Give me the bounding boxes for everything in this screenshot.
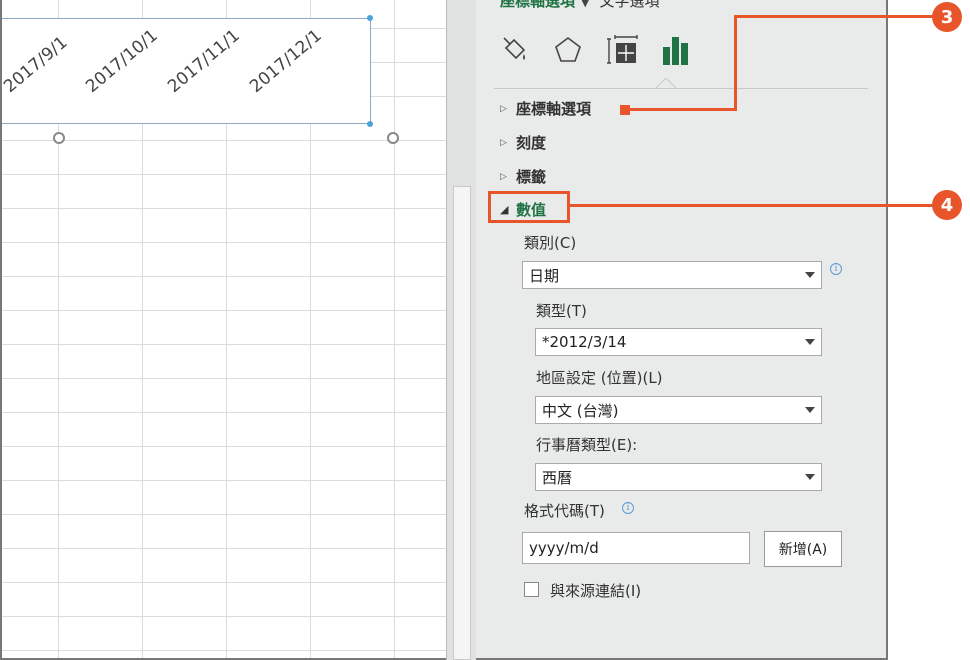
callout-line [626,108,736,111]
axis-tick-label: 2017/12/1 [246,25,326,97]
callout-line [734,15,737,111]
link-to-source-checkbox[interactable] [524,582,539,597]
type-value: *2012/3/14 [542,333,627,351]
chevron-down-icon [805,339,815,345]
divider [494,88,868,89]
fill-line-icon[interactable] [496,32,532,68]
format-code-label: 格式代碼(T) [524,502,605,520]
axis-tick-label: 2017/9/1 [0,32,72,97]
chart-resize-handle[interactable] [53,132,65,144]
pane-tabs: 座標軸選項 ▼ 文字選項 [500,0,660,11]
axis-tick-label: 2017/11/1 [164,25,244,97]
chevron-down-icon [805,407,815,413]
chart-resize-handle[interactable] [387,132,399,144]
chevron-down-icon [805,474,815,480]
calendar-type-value: 西曆 [542,468,573,487]
tab-text-options[interactable]: 文字選項 [599,0,659,10]
section-axis-options[interactable]: ▷ 座標軸選項 [500,98,591,119]
vertical-scrollbar[interactable] [446,0,476,660]
format-code-input[interactable]: yyyy/m/d [522,532,750,564]
expand-triangle-icon: ▷ [500,103,507,114]
calendar-type-label: 行事曆類型(E): [536,436,638,454]
effects-pentagon-icon[interactable] [550,32,586,68]
tab-axis-options[interactable]: 座標軸選項 [500,0,575,10]
callout-line [734,15,934,18]
section-label: 標籤 [516,168,547,186]
section-label: 座標軸選項 [516,100,592,118]
chevron-down-icon[interactable]: ▼ [581,0,589,9]
section-labels[interactable]: ▷ 標籤 [500,166,546,187]
spreadsheet-grid[interactable]: 2017/9/1 2017/10/1 2017/11/1 2017/12/1 [0,0,446,660]
link-to-source-label: 與來源連結(I) [550,582,642,600]
type-dropdown[interactable]: *2012/3/14 [535,328,822,356]
info-icon[interactable]: i [830,263,842,275]
locale-label: 地區設定 (位置)(L) [536,369,663,387]
info-icon[interactable]: i [622,502,634,514]
axis-options-bar-chart-icon[interactable] [658,32,694,68]
add-button[interactable]: 新增(A) [764,531,842,567]
callout-line [570,204,934,207]
section-tick-marks[interactable]: ▷ 刻度 [500,132,546,153]
section-label: 刻度 [516,134,547,152]
expand-triangle-icon: ▷ [500,137,507,148]
axis-selection-handle[interactable] [367,121,373,127]
axis-tick-label: 2017/10/1 [82,25,162,97]
chevron-down-icon [805,272,815,278]
expand-triangle-icon: ▷ [500,171,507,182]
format-axis-pane: 座標軸選項 ▼ 文字選項 ▷ 座標軸選項 ▷ 刻度 ▷ 標籤 ◢ 數值 類別(C) … [476,0,888,660]
category-dropdown[interactable]: 日期 [522,261,822,289]
active-tab-pointer [656,78,676,88]
size-properties-icon[interactable] [604,32,640,68]
scrollbar-thumb[interactable] [453,186,471,660]
horizontal-axis-selected[interactable]: 2017/9/1 2017/10/1 2017/11/1 2017/12/1 [0,18,371,124]
locale-dropdown[interactable]: 中文 (台灣) [535,396,822,424]
callout-highlight-box [488,191,570,223]
axis-selection-handle[interactable] [367,15,373,21]
callout-badge: 4 [932,190,962,220]
locale-value: 中文 (台灣) [542,401,619,420]
format-code-value: yyyy/m/d [529,539,599,557]
callout-badge: 3 [932,2,962,32]
category-label: 類別(C) [524,234,577,252]
calendar-type-dropdown[interactable]: 西曆 [535,463,822,491]
category-value: 日期 [529,266,560,285]
type-label: 類型(T) [536,302,587,320]
